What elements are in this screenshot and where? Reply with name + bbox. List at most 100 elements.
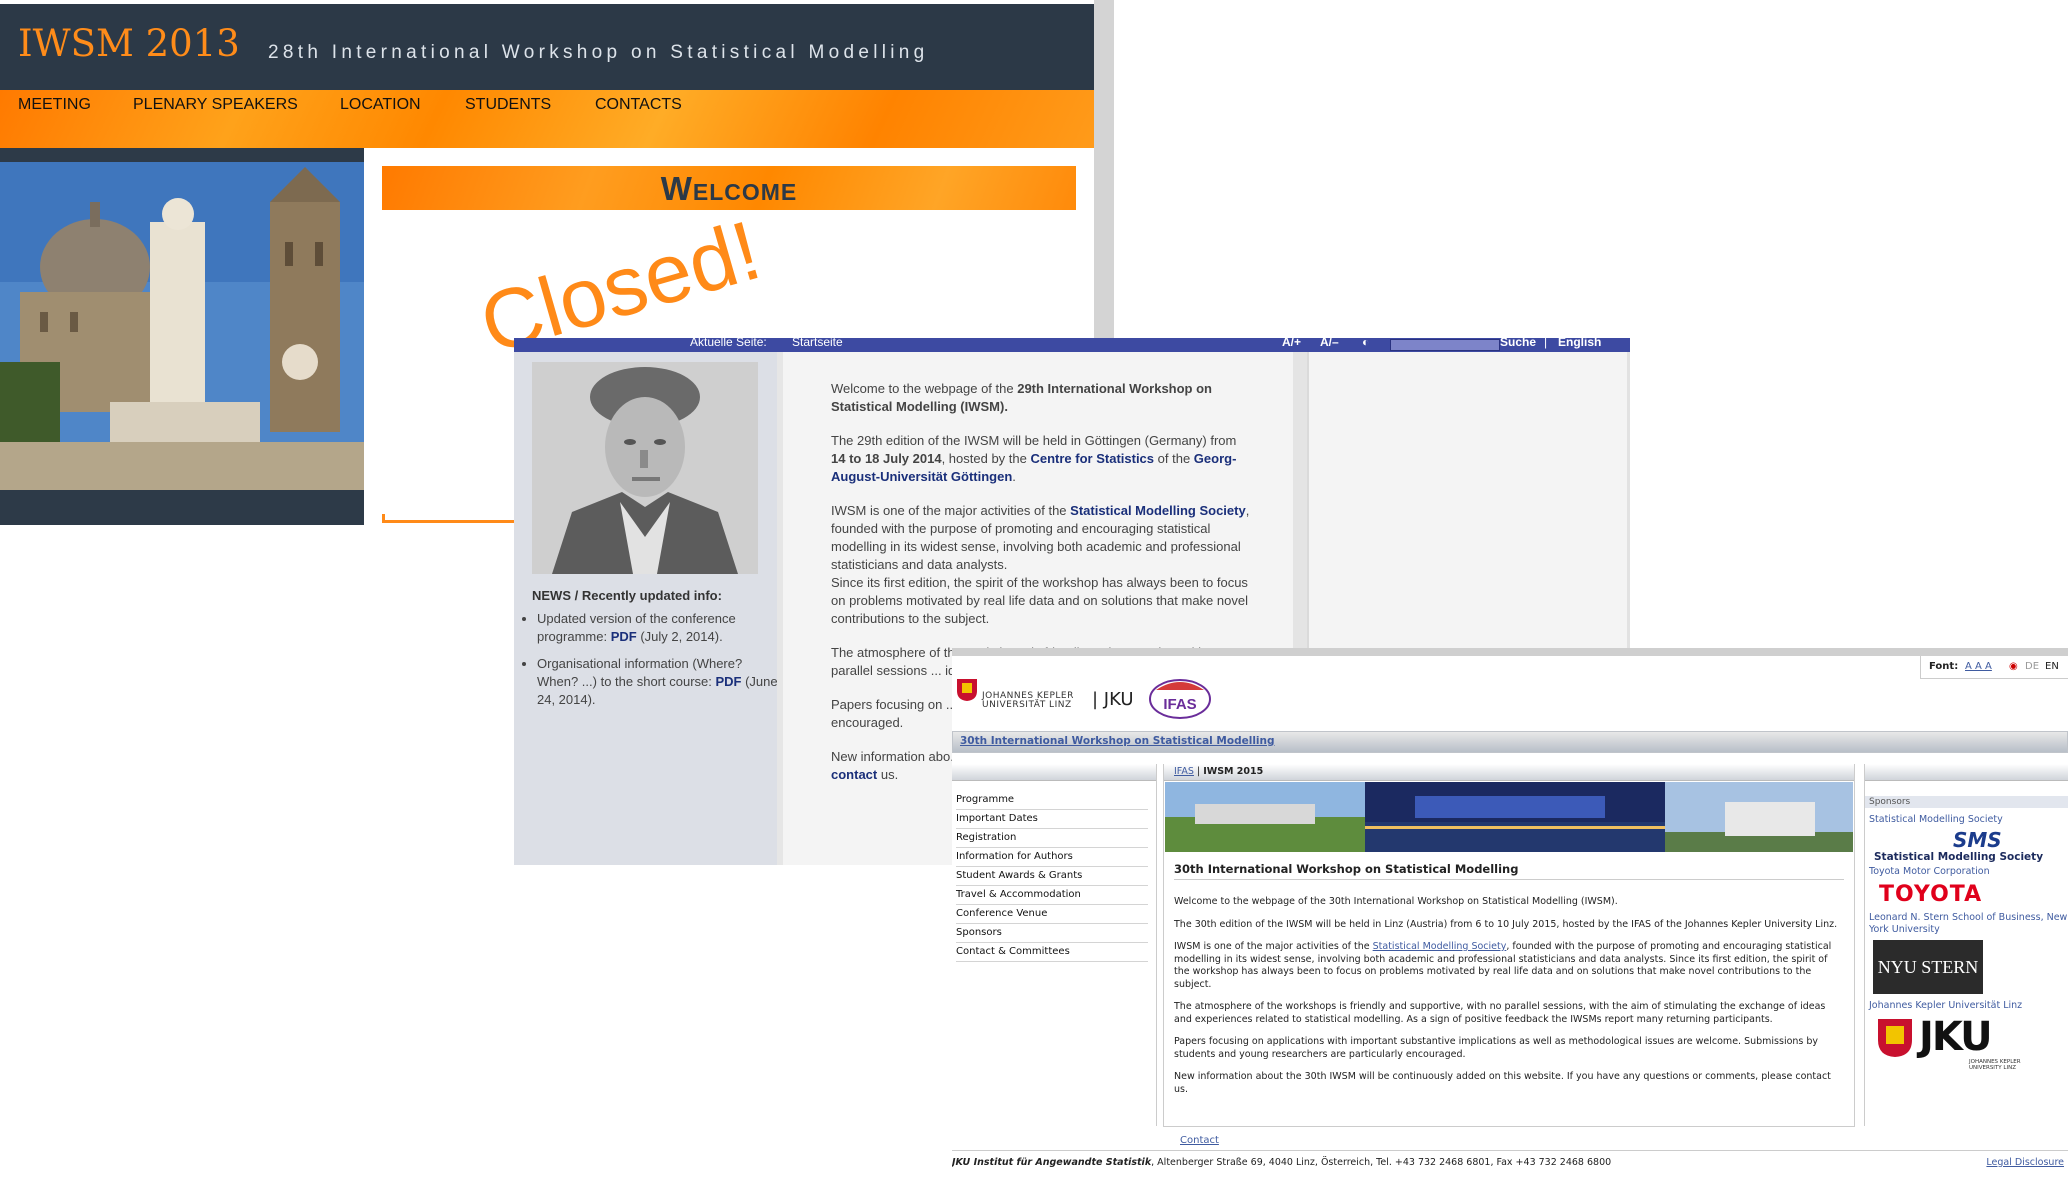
nav-location[interactable]: LOCATION [340, 96, 421, 114]
menu-item-conference-venue[interactable]: Conference Venue [956, 905, 1148, 924]
jku-crest-icon [957, 679, 977, 701]
font-increase-button[interactable]: A/+ [1282, 338, 1301, 349]
jku-logo-text: | JKU [1092, 689, 1134, 710]
jku-crest-large-icon [1878, 1019, 1912, 1057]
centre-for-statistics-link[interactable]: Centre for Statistics [1030, 451, 1154, 466]
sms-link[interactable]: Statistical Modelling Society [1373, 941, 1507, 952]
left-menu-column: Programme Important Dates Registration I… [952, 764, 1157, 1126]
breadcrumb-ifas-link[interactable]: IFAS [1174, 766, 1194, 777]
footer-contact-details: , Altenberger Straße 69, 4040 Linz, Öste… [1151, 1157, 1612, 1168]
menu-item-important-dates[interactable]: Important Dates [956, 810, 1148, 829]
content-paragraph: Welcome to the webpage of the 30th Inter… [1174, 896, 1618, 907]
jku-large-logo[interactable]: JKU [1919, 1014, 1993, 1060]
globe-icon: ◉ [2009, 661, 2018, 672]
legal-disclosure-link[interactable]: Legal Disclosure [1986, 1157, 2064, 1168]
linz-panorama-banner [1165, 782, 1853, 852]
menu-item-contact-committees[interactable]: Contact & Committees [956, 943, 1148, 962]
language-link[interactable]: English [1558, 338, 1601, 349]
sponsor-jku-link[interactable]: Johannes Kepler Universität Linz [1869, 1000, 2068, 1012]
content-column: IFAS | IWSM 2015 30th International Work… [1163, 764, 1855, 1127]
content-title: 30th International Workshop on Statistic… [1174, 862, 1844, 880]
menu-item-information-for-authors[interactable]: Information for Authors [956, 848, 1148, 867]
news-heading: NEWS / Recently updated info: [532, 588, 722, 603]
site-logo[interactable]: IWSM 2013 [18, 22, 240, 65]
nav-meeting[interactable]: MEETING [18, 96, 91, 114]
search-button[interactable]: Suche [1500, 338, 1536, 349]
site-header: IWSM 2013 28th International Workshop on… [0, 4, 1094, 90]
nav-plenary-speakers[interactable]: PLENARY SPEAKERS [133, 96, 298, 114]
menu-item-programme[interactable]: Programme [956, 791, 1148, 810]
venue-paragraph: The 29th edition of the IWSM will be hel… [831, 432, 1251, 486]
cathedral-image [0, 162, 364, 490]
venue-text: of the [1154, 451, 1194, 466]
sponsor-nyu-link[interactable]: Leonard N. Stern School of Business, New… [1869, 912, 2068, 936]
news-text: Organisational information (Where? When?… [537, 656, 743, 689]
top-strip [952, 648, 2068, 656]
lang-de[interactable]: DE [2025, 661, 2039, 672]
society-paragraph: IWSM is one of the major activities of t… [1174, 941, 1844, 991]
main-nav: MEETING PLENARY SPEAKERS LOCATION STUDEN… [0, 90, 1094, 148]
society-paragraph: IWSM is one of the major activities of t… [831, 502, 1251, 628]
gauss-portrait [532, 362, 758, 574]
content-text: Welcome to the webpage of the 30th Inter… [1174, 896, 1844, 1106]
workshop-dates: 14 to 18 July 2014 [831, 451, 942, 466]
jku-name-line2: UNIVERSITÄT LINZ [982, 700, 1072, 710]
content-paragraph: The 30th edition of the IWSM will be hel… [1174, 918, 1838, 930]
news-item: Organisational information (Where? When?… [537, 655, 783, 709]
window-iwsm-2015: Font: A A A ◉ DE EN JOHANNES KEPLER UNIV… [952, 648, 2068, 1182]
topbar-separator: | [1544, 338, 1548, 349]
font-decrease-button[interactable]: A/– [1320, 338, 1339, 349]
welcome-heading: Welcome [660, 170, 798, 207]
palermo-cathedral-photo [0, 148, 364, 525]
font-size-box: Font: A A A ◉ DE EN [1920, 656, 2068, 679]
sponsor-sms-link[interactable]: Statistical Modelling Society [1869, 814, 2068, 826]
contact-link[interactable]: Contact [1180, 1135, 1219, 1146]
menu-item-student-awards[interactable]: Student Awards & Grants [956, 867, 1148, 886]
breadcrumb-current: IWSM 2015 [1203, 766, 1264, 777]
menu-item-registration[interactable]: Registration [956, 829, 1148, 848]
contact-link[interactable]: contact [831, 767, 877, 782]
society-text: IWSM is one of the major activities of t… [1174, 941, 1373, 952]
jku-short: JKU [1103, 689, 1134, 710]
jku-name: JOHANNES KEPLER UNIVERSITÄT LINZ [982, 692, 1074, 710]
content-paragraph: New information about the 30th IWSM will… [1174, 1071, 1831, 1095]
font-size-links[interactable]: A A A [1965, 661, 1992, 672]
news-list: Updated version of the conference progra… [519, 610, 783, 718]
contrast-icon[interactable]: ◐ [1362, 338, 1369, 349]
menu-item-travel[interactable]: Travel & Accommodation [956, 886, 1148, 905]
font-label: Font: [1929, 661, 1959, 672]
venue-text: , hosted by the [941, 451, 1031, 466]
sms-logo[interactable]: SMS [1953, 828, 2002, 852]
menu-item-sponsors[interactable]: Sponsors [956, 924, 1148, 943]
venue-text: The 29th edition of the IWSM will be hel… [831, 433, 1237, 448]
sms-link[interactable]: Statistical Modelling Society [1070, 503, 1246, 518]
ifas-logo-icon[interactable]: IFAS [1148, 678, 1212, 720]
programme-pdf-link[interactable]: PDF [611, 629, 637, 644]
intro-text-span: Welcome to the webpage of the [831, 381, 1018, 396]
nyu-stern-logo[interactable]: NYU STERN [1873, 940, 1983, 994]
site-title-link[interactable]: 30th International Workshop on Statistic… [960, 735, 1275, 747]
sponsor-toyota-link[interactable]: Toyota Motor Corporation [1869, 866, 2068, 878]
jku-large-logo-subtitle: JOHANNES KEPLER UNIVERSITY LINZ [1969, 1059, 2021, 1071]
toyota-logo[interactable]: TOYOTA [1879, 882, 1982, 907]
news-text: us. [877, 767, 899, 782]
column-header [1865, 764, 2068, 781]
footer-address: JKU Institut für Angewandte Statistik, A… [952, 1157, 1611, 1168]
nav-contacts[interactable]: CONTACTS [595, 96, 682, 114]
breadcrumb-separator: | [1193, 766, 1204, 777]
nav-students[interactable]: STUDENTS [465, 96, 551, 114]
breadcrumb-page[interactable]: Startseite [792, 338, 843, 349]
sms-logo-subtitle: Statistical Modelling Society [1874, 851, 2044, 863]
short-course-pdf-link[interactable]: PDF [715, 674, 741, 689]
content-paragraph: The atmosphere of the workshops is frien… [1174, 1001, 1826, 1025]
content-paragraph: Papers focusing on applications with imp… [1174, 1036, 1819, 1060]
sponsors-column: Sponsors Statistical Modelling Society S… [1864, 764, 2068, 1126]
breadcrumb-label: Aktuelle Seite: [690, 338, 767, 349]
left-sidebar: NEWS / Recently updated info: Updated ve… [514, 352, 778, 865]
column-header [952, 764, 1156, 781]
side-menu: Programme Important Dates Registration I… [952, 791, 1156, 962]
search-input[interactable] [1390, 339, 1500, 351]
society-text: IWSM is one of the major activities of t… [831, 503, 1071, 518]
site-tagline: 28th International Workshop on Statistic… [268, 42, 929, 63]
lang-en[interactable]: EN [2045, 661, 2059, 672]
